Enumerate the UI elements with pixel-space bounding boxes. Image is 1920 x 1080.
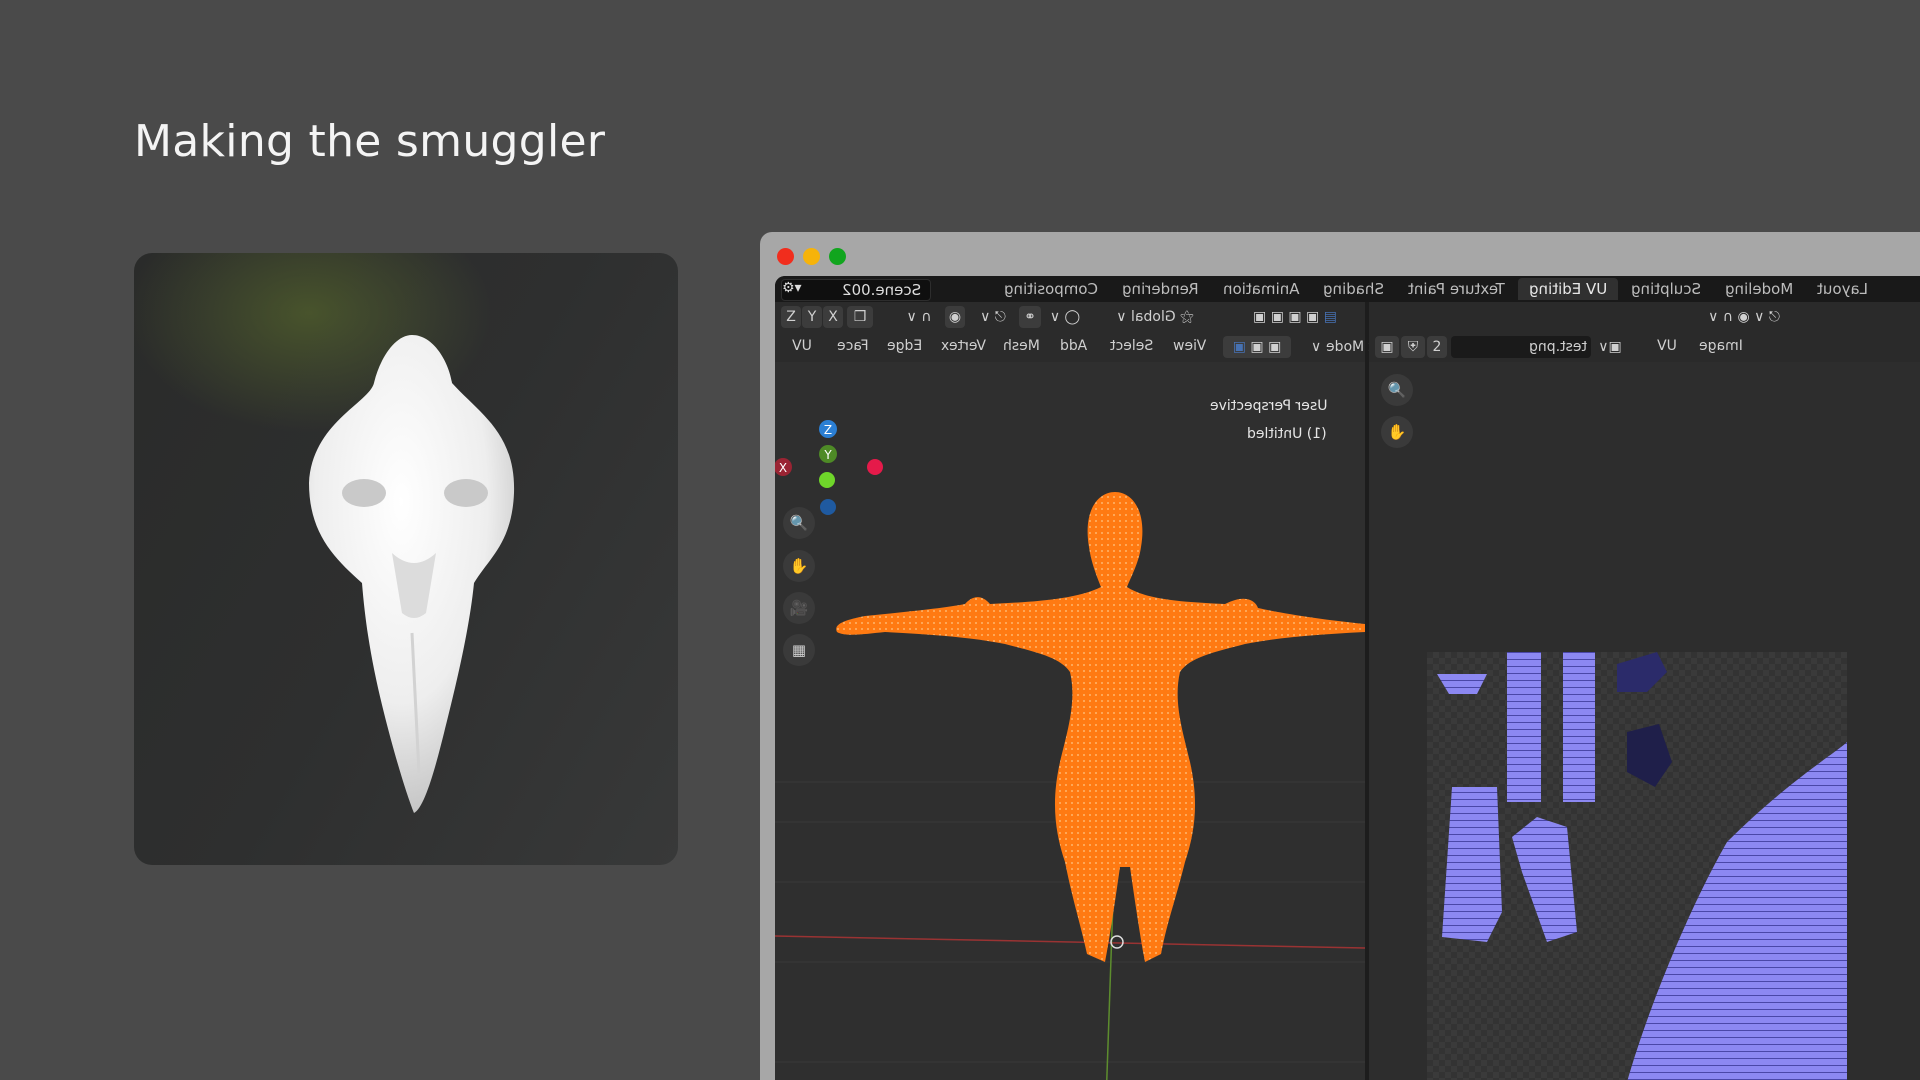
- viewport-menu-header: UV Face Edge Vertex Mesh Add Select View…: [775, 332, 1413, 362]
- tab-shading[interactable]: Shading: [1312, 278, 1395, 300]
- menu-face[interactable]: Face: [837, 338, 869, 354]
- pivot-point-icon[interactable]: ∨ ◯: [1045, 306, 1085, 328]
- image-slot-number[interactable]: 2: [1427, 336, 1447, 358]
- uv-menu-uv[interactable]: UV: [1657, 338, 1677, 354]
- uv-editor[interactable]: ∨ ∩ ◉ ∨ ⎋ ▣ ⛨ 2 test.png ∨▣ UV Image 🔍 ✋: [1369, 302, 1920, 1080]
- gizmo-y-label: Y: [823, 448, 832, 462]
- uv-menu-header: ▣ ⛨ 2 test.png ∨▣ UV Image: [1369, 332, 1920, 362]
- tab-uv-editing[interactable]: UV Editing: [1517, 278, 1619, 300]
- sculpt-render-card: [134, 253, 678, 865]
- snap-target-icon[interactable]: ∨ ⎋: [973, 306, 1013, 328]
- navigation-gizmo[interactable]: Z Y X: [775, 412, 885, 522]
- uv-menu-image[interactable]: Image: [1699, 338, 1743, 354]
- fake-user-icon[interactable]: ⛨: [1401, 336, 1425, 358]
- image-browse-icon[interactable]: ∨▣: [1595, 336, 1625, 358]
- camera-icon[interactable]: 🎥: [783, 592, 815, 624]
- uv-tool-header: ∨ ∩ ◉ ∨ ⎋: [1369, 302, 1920, 332]
- window-minimize-button[interactable]: [803, 248, 820, 265]
- tab-rendering[interactable]: Rendering: [1111, 278, 1210, 300]
- view-orientation-label: User Perspective: [1209, 398, 1327, 414]
- image-name-field[interactable]: test.png: [1451, 336, 1591, 358]
- uv-layout-image: [1427, 652, 1847, 1080]
- scene-icon: ⚙▾: [782, 280, 802, 296]
- window-close-button[interactable]: [777, 248, 794, 265]
- uv-pan-hand-icon[interactable]: ✋: [1381, 416, 1413, 448]
- tab-sculpting[interactable]: Sculpting: [1620, 278, 1712, 300]
- uv-snap-icons[interactable]: ∨ ∩ ◉ ∨ ⎋: [1669, 306, 1819, 328]
- tab-texture-paint[interactable]: Texture Paint: [1397, 278, 1516, 300]
- scene-name: Scene.002: [842, 281, 922, 299]
- axis-y-button[interactable]: Y: [802, 306, 822, 328]
- workspace-tabs: Compositing Rendering Animation Shading …: [993, 278, 1879, 300]
- menu-view[interactable]: View: [1173, 338, 1206, 354]
- sculpted-head-image: [309, 335, 515, 813]
- blender-ui: ⚙▾ Scene.002 Compositing Rendering Anima…: [775, 276, 1920, 1080]
- shading-mode-buttons[interactable]: ▣ ▣ ▣: [1223, 336, 1291, 358]
- pan-hand-icon[interactable]: ✋: [783, 550, 815, 582]
- snap-icon[interactable]: ⚭: [1019, 306, 1041, 328]
- gizmo-z-label: Z: [824, 423, 832, 437]
- slide-title: Making the smuggler: [134, 116, 606, 167]
- menu-select[interactable]: Select: [1110, 338, 1153, 354]
- proportional-edit-icon[interactable]: ◉: [945, 306, 965, 328]
- tab-layout[interactable]: Layout: [1806, 278, 1879, 300]
- gizmo-x-label: X: [779, 461, 787, 475]
- uv-display-icon[interactable]: ▣: [1375, 336, 1399, 358]
- grid-icon[interactable]: ▦: [783, 634, 815, 666]
- transform-orientation-select[interactable]: ∨ Global ⚝: [1105, 306, 1205, 328]
- menu-add[interactable]: Add: [1060, 338, 1087, 354]
- viewport-overlay-text: User Perspective (1) Untitled: [1210, 392, 1327, 448]
- mirror-options-icon[interactable]: ❒: [847, 306, 873, 328]
- 3d-viewport[interactable]: Z Y X ❒ ∨ ∩ ◉ ∨ ⎋ ⚭ ∨ ◯ ∨ Global ⚝ ▣ ▣ ▣…: [775, 302, 1413, 1080]
- tab-animation[interactable]: Animation: [1212, 278, 1310, 300]
- window-maximize-button[interactable]: [829, 248, 846, 265]
- menu-edge[interactable]: Edge: [887, 338, 922, 354]
- select-mode-icons[interactable]: ▣ ▣ ▣ ▣ ▤: [1231, 306, 1359, 328]
- menu-vertex[interactable]: Vertex: [941, 338, 986, 354]
- tab-modeling[interactable]: Modeling: [1714, 278, 1804, 300]
- object-name-label: (1) Untitled: [1247, 426, 1327, 442]
- scene-selector[interactable]: ⚙▾ Scene.002: [781, 279, 931, 301]
- axis-z-button[interactable]: Z: [781, 306, 801, 328]
- axis-x-button[interactable]: X: [823, 306, 843, 328]
- uv-zoom-icon[interactable]: 🔍: [1381, 374, 1413, 406]
- proportional-falloff-icon[interactable]: ∨ ∩: [897, 306, 941, 328]
- blender-window: ⚙▾ Scene.002 Compositing Rendering Anima…: [760, 232, 1920, 1080]
- viewport-tool-header: Z Y X ❒ ∨ ∩ ◉ ∨ ⎋ ⚭ ∨ ◯ ∨ Global ⚝ ▣ ▣ ▣…: [775, 302, 1365, 332]
- tab-compositing[interactable]: Compositing: [993, 278, 1109, 300]
- top-bar: ⚙▾ Scene.002 Compositing Rendering Anima…: [775, 276, 1920, 302]
- menu-mesh[interactable]: Mesh: [1003, 338, 1040, 354]
- menu-uv[interactable]: UV: [792, 338, 812, 354]
- slide: Making the smuggler ⚙▾ Scene.002 Composi…: [0, 0, 1920, 1080]
